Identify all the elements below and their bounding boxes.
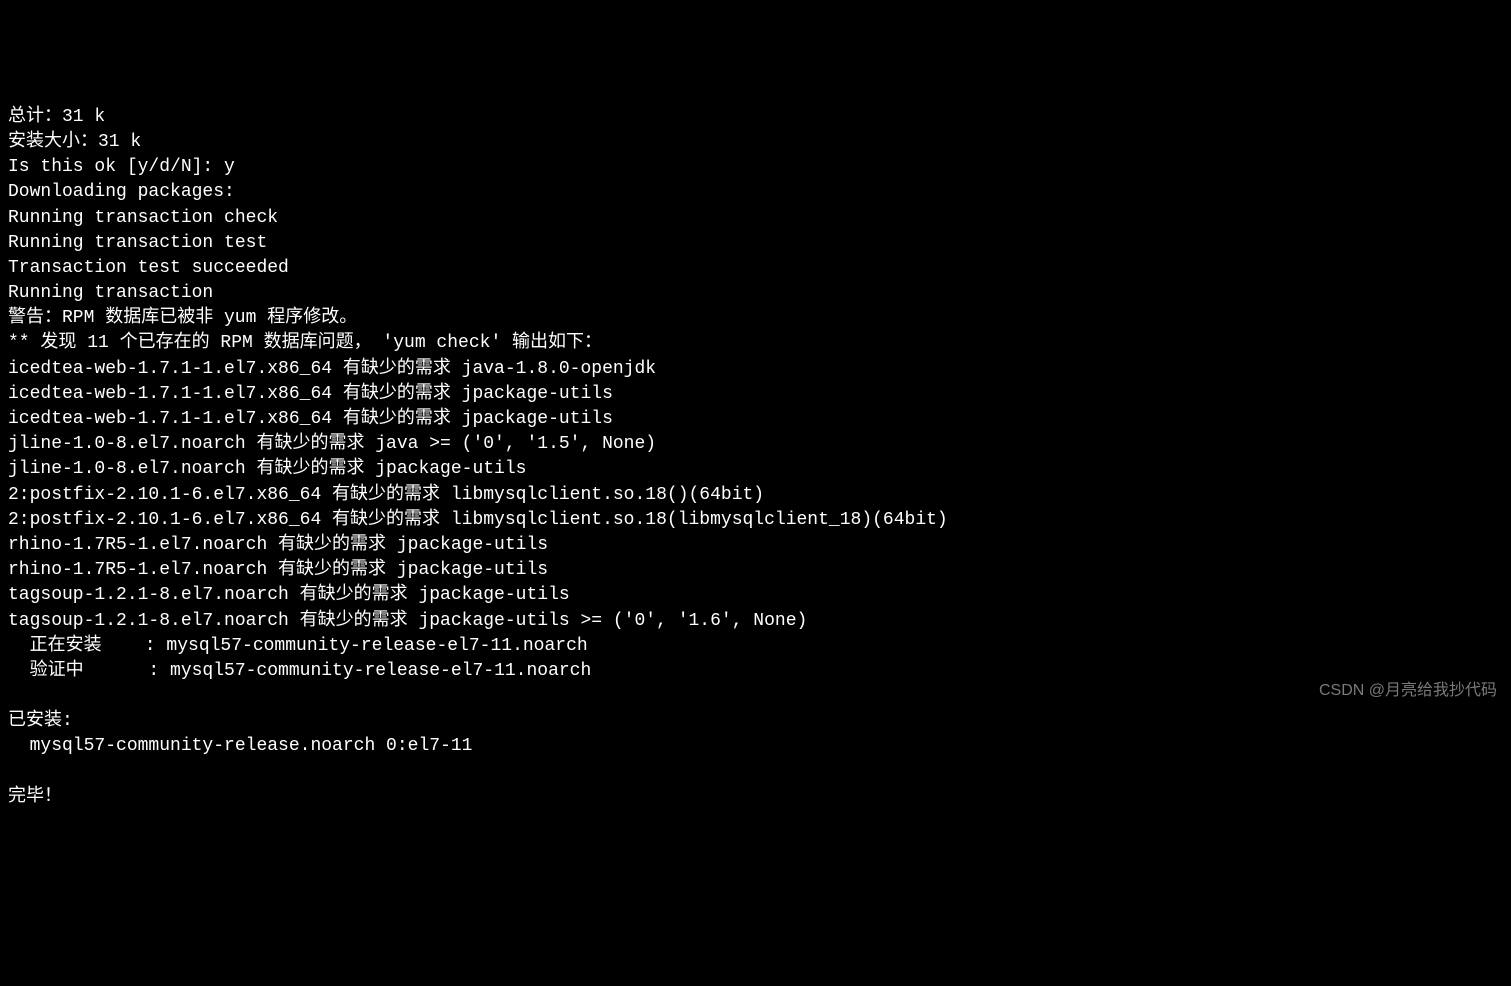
terminal-line: icedtea-web-1.7.1-1.el7.x86_64 有缺少的需求 jp… — [8, 382, 1503, 407]
terminal-line: tagsoup-1.2.1-8.el7.noarch 有缺少的需求 jpacka… — [8, 609, 1503, 634]
terminal-output: 总计：31 k安装大小：31 kIs this ok [y/d/N]: yDow… — [8, 105, 1503, 810]
terminal-line: icedtea-web-1.7.1-1.el7.x86_64 有缺少的需求 ja… — [8, 357, 1503, 382]
watermark-text: CSDN @月亮给我抄代码 — [1319, 680, 1497, 702]
terminal-line: Downloading packages: — [8, 180, 1503, 205]
terminal-line: icedtea-web-1.7.1-1.el7.x86_64 有缺少的需求 jp… — [8, 407, 1503, 432]
terminal-line: 2:postfix-2.10.1-6.el7.x86_64 有缺少的需求 lib… — [8, 483, 1503, 508]
terminal-line — [8, 684, 1503, 709]
terminal-line: jline-1.0-8.el7.noarch 有缺少的需求 jpackage-u… — [8, 457, 1503, 482]
terminal-line: 安装大小：31 k — [8, 130, 1503, 155]
terminal-line: Is this ok [y/d/N]: y — [8, 155, 1503, 180]
terminal-line: tagsoup-1.2.1-8.el7.noarch 有缺少的需求 jpacka… — [8, 583, 1503, 608]
terminal-line: Running transaction — [8, 281, 1503, 306]
terminal-line: jline-1.0-8.el7.noarch 有缺少的需求 java >= ('… — [8, 432, 1503, 457]
terminal-line: 验证中 : mysql57-community-release-el7-11.n… — [8, 659, 1503, 684]
terminal-line: Transaction test succeeded — [8, 256, 1503, 281]
terminal-line: rhino-1.7R5-1.el7.noarch 有缺少的需求 jpackage… — [8, 533, 1503, 558]
terminal-line: 总计：31 k — [8, 105, 1503, 130]
terminal-line: Running transaction test — [8, 231, 1503, 256]
terminal-line: 2:postfix-2.10.1-6.el7.x86_64 有缺少的需求 lib… — [8, 508, 1503, 533]
terminal-line: mysql57-community-release.noarch 0:el7-1… — [8, 734, 1503, 759]
terminal-line: Running transaction check — [8, 206, 1503, 231]
terminal-line: 警告：RPM 数据库已被非 yum 程序修改。 — [8, 306, 1503, 331]
terminal-line: 正在安装 : mysql57-community-release-el7-11.… — [8, 634, 1503, 659]
terminal-line — [8, 760, 1503, 785]
terminal-line: 已安装: — [8, 709, 1503, 734]
terminal-line: rhino-1.7R5-1.el7.noarch 有缺少的需求 jpackage… — [8, 558, 1503, 583]
terminal-line: 完毕！ — [8, 785, 1503, 810]
terminal-line: ** 发现 11 个已存在的 RPM 数据库问题， 'yum check' 输出… — [8, 331, 1503, 356]
